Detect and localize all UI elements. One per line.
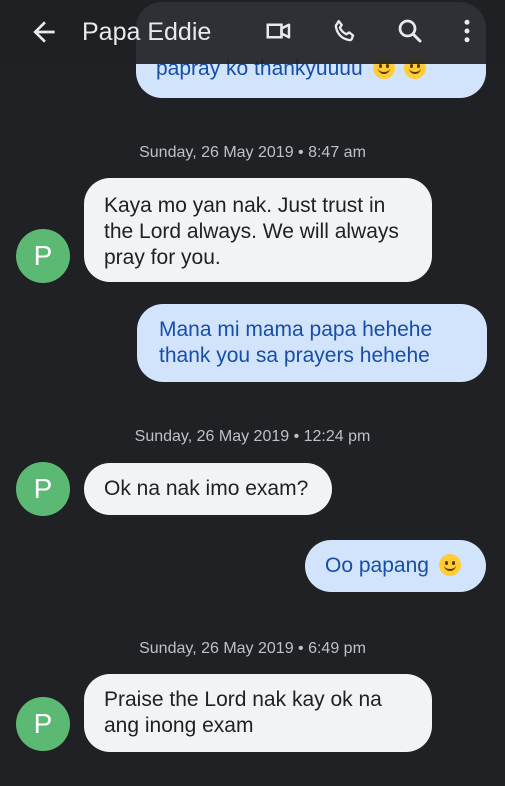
- more-vert-icon: [464, 19, 470, 43]
- incoming-message-bubble[interactable]: Praise the Lord nak kay ok na ang inong …: [84, 674, 432, 752]
- phone-icon: [334, 19, 355, 42]
- message-text: Oo papang: [325, 554, 429, 577]
- contact-avatar[interactable]: P: [16, 462, 70, 516]
- incoming-message-bubble[interactable]: Kaya mo yan nak. Just trust in the Lord …: [84, 178, 432, 282]
- contact-name: Papa Eddie: [82, 18, 212, 46]
- video-call-icon: [266, 23, 291, 39]
- message-timestamp: Sunday, 26 May 2019 • 12:24 pm: [134, 428, 371, 445]
- back-arrow-icon: [33, 21, 55, 43]
- message-timestamp: Sunday, 26 May 2019 • 6:49 pm: [139, 640, 366, 657]
- back-button[interactable]: [28, 16, 60, 48]
- contact-avatar[interactable]: P: [16, 229, 70, 283]
- video-call-button[interactable]: [262, 14, 296, 48]
- message-text: Mana mi mama papa hehehe thank you sa pr…: [159, 318, 433, 367]
- search-button[interactable]: [393, 14, 427, 48]
- message-text: Praise the Lord nak kay ok na ang inong …: [104, 688, 382, 737]
- outgoing-message-bubble[interactable]: Oo papang: [305, 540, 486, 592]
- outgoing-message-bubble[interactable]: Mana mi mama papa hehehe thank you sa pr…: [137, 304, 487, 382]
- message-text: Kaya mo yan nak. Just trust in the Lord …: [104, 194, 399, 269]
- incoming-message-bubble[interactable]: Ok na nak imo exam?: [84, 463, 332, 515]
- message-text: Ok na nak imo exam?: [104, 477, 309, 500]
- conversation-screen: Papa Eddie papray ko thankyuuuu Sunday, …: [0, 0, 505, 786]
- smiling-emoji-icon: [438, 554, 461, 576]
- contact-avatar[interactable]: P: [16, 697, 70, 751]
- phone-call-button[interactable]: [328, 14, 362, 48]
- search-icon: [398, 19, 422, 43]
- message-timestamp: Sunday, 26 May 2019 • 8:47 am: [139, 144, 366, 161]
- app-bar: Papa Eddie: [0, 0, 505, 64]
- more-options-button[interactable]: [450, 14, 484, 48]
